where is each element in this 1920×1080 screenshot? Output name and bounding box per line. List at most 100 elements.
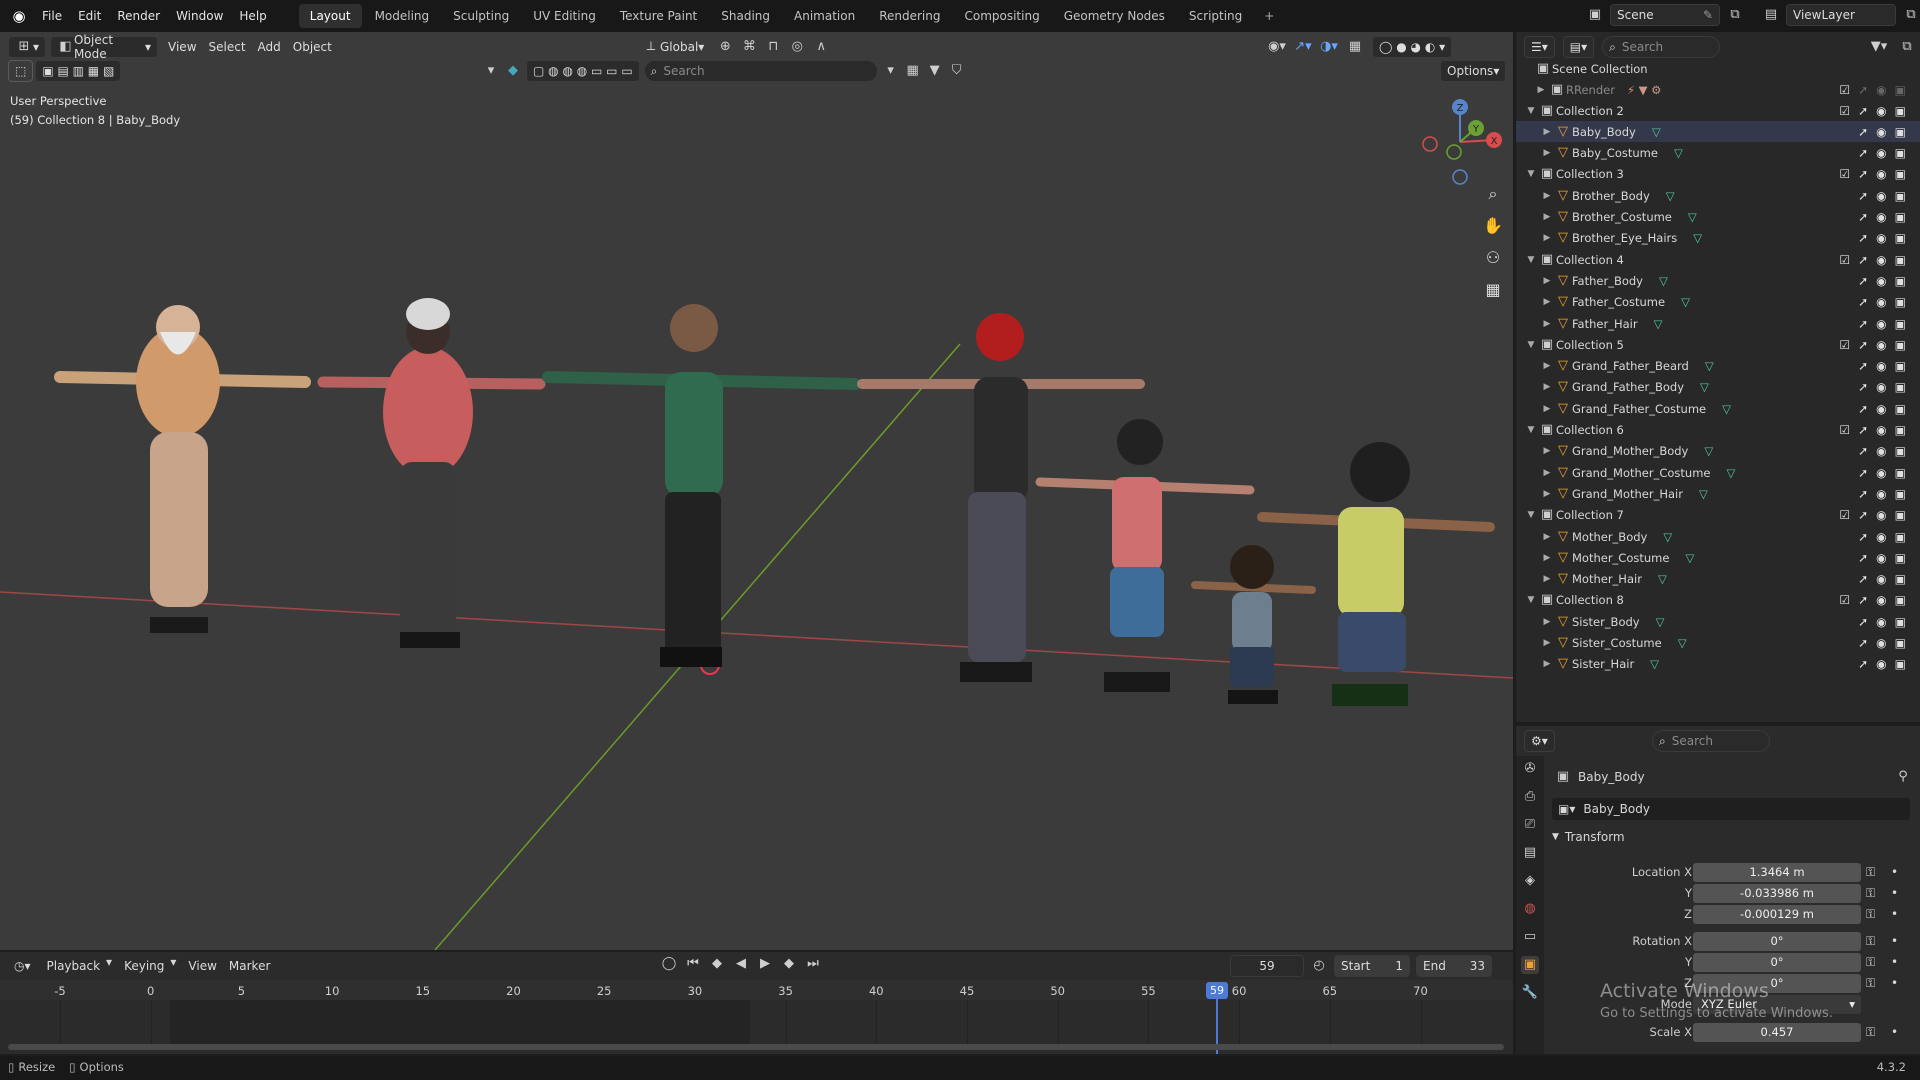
select-arrow-icon[interactable]: ➚ — [1858, 530, 1868, 544]
viewport-menu-object[interactable]: Object — [287, 36, 338, 58]
expand-arrow-icon[interactable]: ▶ — [1534, 85, 1548, 95]
location-x-field[interactable]: 1.3464 m — [1693, 862, 1861, 882]
select-mode-buttons[interactable]: ▣ ▤ ▥ ▦ ▧ — [35, 60, 122, 82]
jump-start-icon[interactable]: ⏮ — [684, 955, 702, 973]
auto-key-icon[interactable]: ◯ — [660, 955, 678, 973]
expand-arrow-icon[interactable]: ▶ — [1540, 297, 1554, 307]
pivot-icon[interactable]: ⊕ — [716, 38, 734, 56]
select-arrow-icon[interactable]: ➚ — [1858, 125, 1868, 139]
snap-icon[interactable]: ⌘ — [740, 38, 758, 56]
row-restrictions[interactable]: ☑ ➚ ◉ ▣ — [1839, 83, 1906, 97]
row-restrictions[interactable]: ➚ ◉ ▣ — [1858, 615, 1906, 629]
exclude-checkbox-icon[interactable]: ☑ — [1839, 253, 1850, 267]
select-arrow-icon[interactable]: ➚ — [1858, 231, 1868, 245]
row-restrictions[interactable]: ➚ ◉ ▣ — [1858, 146, 1906, 160]
mesh-data-icon[interactable]: ▽ — [1658, 572, 1667, 586]
pan-hand-icon[interactable]: ✋ — [1479, 212, 1507, 240]
select-arrow-icon[interactable]: ➚ — [1858, 615, 1868, 629]
row-restrictions[interactable]: ➚ ◉ ▣ — [1858, 636, 1906, 650]
expand-arrow-icon[interactable]: ▼ — [1524, 510, 1538, 520]
select-arrow-icon[interactable]: ➚ — [1858, 380, 1868, 394]
collection-icon[interactable]: ▦ — [904, 62, 922, 80]
camera-icon[interactable]: ▣ — [1895, 530, 1906, 544]
menu-window[interactable]: Window — [168, 0, 231, 32]
expand-arrow-icon[interactable]: ▶ — [1540, 468, 1554, 478]
keyframe-dot-icon[interactable]: • — [1891, 865, 1898, 879]
collection-row[interactable]: ▼ ▣ Collection 6 ☑ ➚ ◉ ▣ — [1516, 420, 1920, 441]
expand-arrow-icon[interactable]: ▶ — [1540, 382, 1554, 392]
lock-icon[interactable]: ⚿ — [1866, 976, 1875, 991]
eye-icon[interactable]: ◉ — [1876, 423, 1886, 437]
view-layer-selector[interactable]: ViewLayer — [1786, 4, 1896, 26]
object-row[interactable]: ▶ ▽ Mother_Body ▽ ➚ ◉ ▣ — [1516, 526, 1920, 547]
rotation-x-field[interactable]: 0° — [1693, 931, 1861, 951]
viewport-search-input[interactable]: ⌕ Search — [643, 60, 878, 82]
eye-icon[interactable]: ◉ — [1876, 317, 1886, 331]
row-restrictions[interactable]: ☑ ➚ ◉ ▣ — [1839, 593, 1906, 607]
falloff-icon[interactable]: ∧ — [812, 38, 830, 56]
end-frame-field[interactable]: End 33 — [1416, 955, 1492, 977]
select-arrow-icon[interactable]: ➚ — [1858, 274, 1868, 288]
expand-arrow-icon[interactable]: ▶ — [1540, 148, 1554, 158]
row-restrictions[interactable]: ➚ ◉ ▣ — [1858, 359, 1906, 373]
pin-icon[interactable]: ⚲ — [1894, 768, 1912, 786]
object-row[interactable]: ▶ ▽ Brother_Body ▽ ➚ ◉ ▣ — [1516, 185, 1920, 206]
eye-icon[interactable]: ◉ — [1876, 146, 1886, 160]
camera-icon[interactable]: ▣ — [1895, 338, 1906, 352]
camera-icon[interactable]: ▣ — [1895, 636, 1906, 650]
rotation-mode-dropdown[interactable]: XYZ Euler ▾ — [1693, 994, 1861, 1014]
menu-file[interactable]: File — [34, 0, 70, 32]
row-restrictions[interactable]: ➚ ◉ ▣ — [1858, 295, 1906, 309]
row-restrictions[interactable]: ➚ ◉ ▣ — [1858, 402, 1906, 416]
eye-icon[interactable]: ◉ — [1876, 210, 1886, 224]
timeline-menu-marker[interactable]: Marker — [223, 955, 276, 977]
expand-arrow-icon[interactable]: ▶ — [1540, 319, 1554, 329]
row-restrictions[interactable]: ➚ ◉ ▣ — [1858, 380, 1906, 394]
3d-viewport[interactable]: ⊞ ▾ ◧ Object Mode ▾ View Select Add Object ⟂… — [0, 32, 1513, 950]
eye-icon[interactable]: ◉ — [1876, 402, 1886, 416]
object-row[interactable]: ▶ ▽ Baby_Body ▽ ➚ ◉ ▣ — [1516, 121, 1920, 143]
select-arrow-icon[interactable]: ➚ — [1858, 487, 1868, 501]
row-restrictions[interactable]: ☑ ➚ ◉ ▣ — [1839, 104, 1906, 118]
lock-icon[interactable]: ⚿ — [1866, 865, 1875, 880]
filter-icon[interactable]: ▼▾ — [1870, 38, 1888, 56]
tab-shading[interactable]: Shading — [710, 4, 781, 28]
outliner-search-input[interactable]: ⌕ Search — [1602, 36, 1721, 58]
mesh-data-icon[interactable]: ▽ — [1681, 295, 1690, 309]
camera-icon[interactable]: ▣ — [1895, 146, 1906, 160]
eye-icon[interactable]: ◉ — [1876, 274, 1886, 288]
collection-row[interactable]: ▼ ▣ Collection 4 ☑ ➚ ◉ ▣ — [1516, 249, 1920, 270]
mesh-data-icon[interactable]: ▽ — [1659, 274, 1668, 288]
row-restrictions[interactable]: ☑ ➚ ◉ ▣ — [1839, 167, 1906, 181]
exclude-checkbox-icon[interactable]: ☑ — [1839, 83, 1850, 97]
play-reverse-icon[interactable]: ◀ — [732, 955, 750, 973]
properties-editor-type[interactable]: ⚙▾ — [1524, 730, 1555, 752]
render-tab-icon[interactable]: ⎙ — [1521, 788, 1539, 806]
camera-icon[interactable]: ▣ — [1895, 444, 1906, 458]
mesh-data-icon[interactable]: ▽ — [1726, 466, 1735, 480]
mesh-data-icon[interactable]: ▽ — [1688, 210, 1697, 224]
object-row[interactable]: ▶ ▽ Mother_Hair ▽ ➚ ◉ ▣ — [1516, 569, 1920, 590]
new-scene-icon[interactable]: ⧉ — [1726, 6, 1744, 24]
lock-icon[interactable]: ⚿ — [1866, 955, 1875, 970]
row-restrictions[interactable]: ➚ ◉ ▣ — [1858, 125, 1906, 139]
select-arrow-icon[interactable]: ➚ — [1858, 359, 1868, 373]
properties-search-input[interactable]: ⌕ Search — [1652, 730, 1770, 752]
expand-arrow-icon[interactable]: ▶ — [1540, 212, 1554, 222]
object-row[interactable]: ▶ ▽ Grand_Father_Costume ▽ ➚ ◉ ▣ — [1516, 398, 1920, 419]
row-restrictions[interactable]: ☑ ➚ ◉ ▣ — [1839, 338, 1906, 352]
object-name-field[interactable]: ▣▾ Baby_Body — [1552, 798, 1910, 820]
row-restrictions[interactable]: ➚ ◉ ▣ — [1858, 530, 1906, 544]
camera-icon[interactable]: ▣ — [1895, 231, 1906, 245]
keyframe-dot-icon[interactable]: • — [1891, 976, 1898, 990]
object-row[interactable]: ▶ ▽ Father_Body ▽ ➚ ◉ ▣ — [1516, 270, 1920, 291]
mesh-data-icon[interactable]: ▽ — [1705, 359, 1714, 373]
collection-row[interactable]: ▼ ▣ Collection 8 ☑ ➚ ◉ ▣ — [1516, 590, 1920, 611]
camera-icon[interactable]: ▣ — [1895, 210, 1906, 224]
expand-arrow-icon[interactable]: ▶ — [1540, 191, 1554, 201]
camera-icon[interactable]: ▣ — [1895, 317, 1906, 331]
eye-icon[interactable]: ◉ — [1876, 530, 1886, 544]
mesh-data-icon[interactable]: ▽ — [1693, 231, 1702, 245]
row-restrictions[interactable]: ➚ ◉ ▣ — [1858, 317, 1906, 331]
exclude-checkbox-icon[interactable]: ☑ — [1839, 167, 1850, 181]
